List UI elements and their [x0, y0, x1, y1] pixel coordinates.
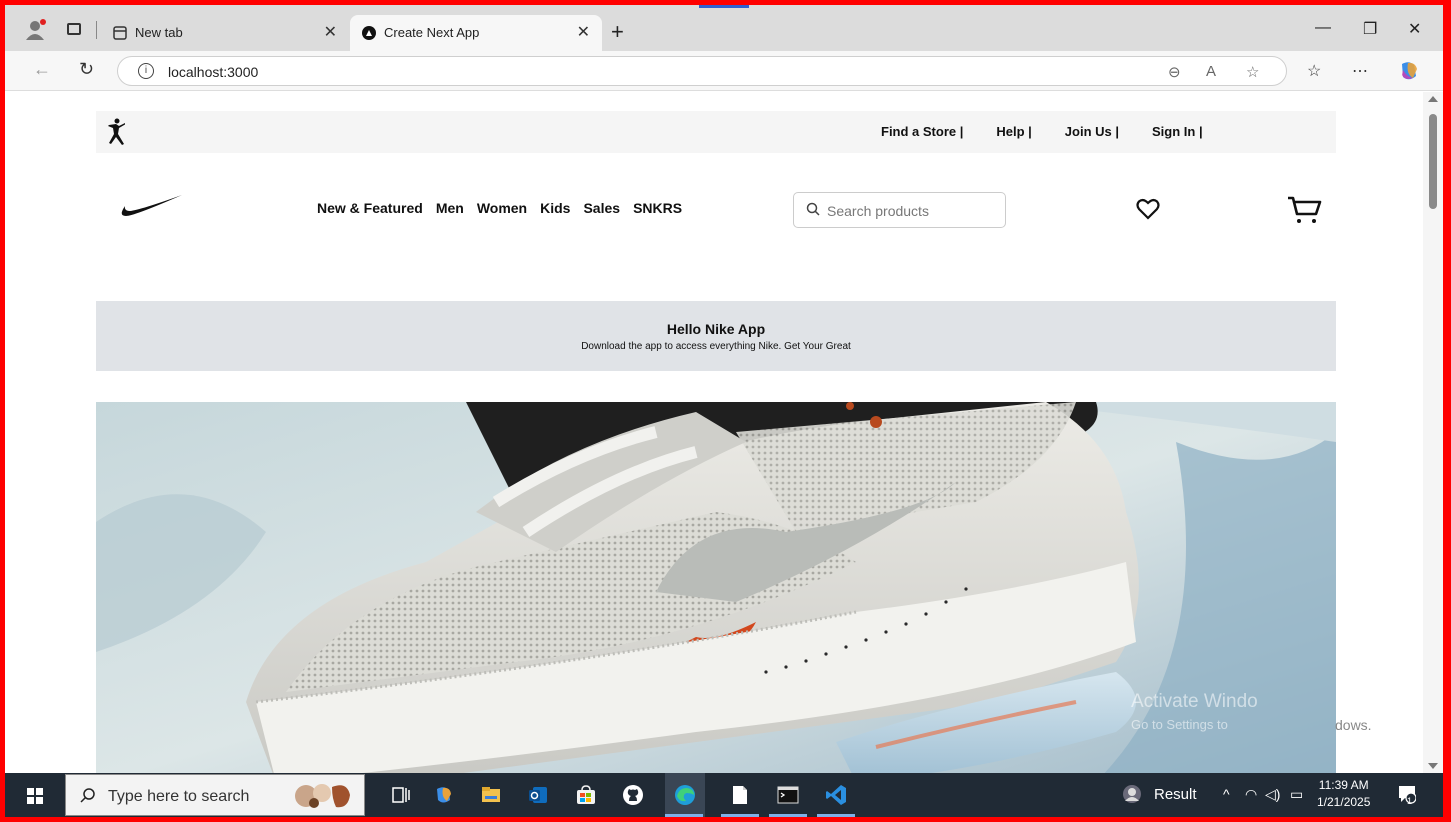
- task-view-icon[interactable]: [390, 784, 412, 806]
- vscode-icon[interactable]: [825, 784, 847, 806]
- nav-snkrs[interactable]: SNKRS: [633, 200, 682, 216]
- restore-button[interactable]: ❐: [1363, 19, 1377, 39]
- file-explorer-icon[interactable]: [480, 784, 502, 806]
- windows-taskbar: Type here to search Result ^ ◠ ◁) ▭ 11:3…: [5, 773, 1443, 817]
- tab-actions-icon[interactable]: [67, 23, 81, 35]
- network-icon[interactable]: ◠: [1245, 786, 1257, 803]
- activate-windows-subtext-tail: dows.: [1335, 717, 1372, 733]
- browser-tab-strip: New tab ✕ Create Next App ✕ + — ❐ ✕: [5, 5, 1443, 51]
- main-header: New & Featured Men Women Kids Sales SNKR…: [96, 180, 1336, 240]
- scroll-up-icon[interactable]: [1428, 96, 1438, 102]
- activate-windows-subtext: Go to Settings to: [1131, 717, 1228, 732]
- active-indicator: [699, 5, 749, 8]
- main-nav: New & Featured Men Women Kids Sales SNKR…: [317, 200, 695, 216]
- url-text[interactable]: localhost:3000: [168, 64, 258, 80]
- banner-subtitle: Download the app to access everything Ni…: [581, 341, 851, 352]
- nextjs-favicon-icon: [362, 26, 376, 40]
- taskbar-search-input[interactable]: Type here to search: [65, 774, 365, 816]
- read-aloud-icon[interactable]: A: [1206, 63, 1216, 80]
- more-menu-icon[interactable]: ⋯: [1352, 61, 1368, 81]
- utility-links: Find a Store | Help | Join Us | Sign In …: [881, 124, 1236, 139]
- notification-count: 1: [1407, 796, 1413, 806]
- edge-browser-icon[interactable]: [674, 784, 696, 806]
- site-info-icon[interactable]: i: [138, 63, 154, 79]
- back-arrow-icon[interactable]: ←: [33, 59, 51, 80]
- app-promo-banner: Hello Nike App Download the app to acces…: [96, 301, 1336, 371]
- profile-icon[interactable]: [25, 19, 47, 41]
- search-highlight-icon[interactable]: [292, 779, 354, 813]
- search-icon: [80, 788, 95, 803]
- divider: [96, 21, 97, 39]
- search-icon: [806, 202, 820, 216]
- browser-toolbar: ← ↻ i localhost:3000 ⊖ A ☆ ☆ ⋯: [5, 51, 1443, 91]
- copilot-icon[interactable]: [1398, 60, 1420, 82]
- outlook-icon[interactable]: [527, 784, 549, 806]
- screen-frame: New tab ✕ Create Next App ✕ + — ❐ ✕ ← ↻ …: [5, 5, 1443, 817]
- github-icon[interactable]: [622, 784, 644, 806]
- show-hidden-icons-icon[interactable]: ^: [1223, 786, 1230, 802]
- find-store-link[interactable]: Find a Store |: [881, 124, 963, 139]
- favorites-icon[interactable]: ☆: [1307, 61, 1321, 81]
- search-input[interactable]: Search products: [793, 192, 1006, 228]
- tab-new-tab[interactable]: New tab ✕: [101, 15, 349, 51]
- windows-start-icon[interactable]: [27, 788, 43, 804]
- system-clock[interactable]: 11:39 AM 1/21/2025: [1317, 777, 1370, 811]
- minimize-button[interactable]: —: [1315, 19, 1331, 37]
- sign-in-link[interactable]: Sign In |: [1152, 124, 1203, 139]
- taskbar-search-placeholder: Type here to search: [108, 788, 250, 805]
- tab-title: New tab: [135, 25, 183, 40]
- battery-icon[interactable]: ▭: [1290, 786, 1303, 803]
- nike-swoosh-logo-icon[interactable]: [118, 192, 184, 218]
- web-page: Find a Store | Help | Join Us | Sign In …: [5, 92, 1423, 773]
- notepad-icon[interactable]: [729, 784, 751, 806]
- scroll-down-icon[interactable]: [1428, 763, 1438, 769]
- close-tab-icon[interactable]: ✕: [577, 22, 590, 42]
- scrollbar-thumb[interactable]: [1429, 114, 1437, 209]
- copilot-taskbar-icon[interactable]: [433, 784, 455, 806]
- close-window-button[interactable]: ✕: [1408, 19, 1421, 39]
- edge-running-indicator: [665, 814, 703, 817]
- terminal-running-indicator: [769, 814, 807, 817]
- page-scrollbar[interactable]: [1423, 92, 1443, 773]
- result-label[interactable]: Result: [1154, 786, 1197, 803]
- nav-new-featured[interactable]: New & Featured: [317, 200, 423, 216]
- nav-sales[interactable]: Sales: [583, 200, 620, 216]
- close-tab-icon[interactable]: ✕: [324, 22, 337, 42]
- cart-icon[interactable]: [1286, 194, 1322, 226]
- microsoft-store-icon[interactable]: [575, 784, 597, 806]
- heart-icon[interactable]: [1136, 198, 1160, 220]
- banner-title: Hello Nike App: [666, 321, 766, 337]
- vscode-running-indicator: [817, 814, 855, 817]
- nav-men[interactable]: Men: [436, 200, 464, 216]
- new-tab-button[interactable]: +: [611, 19, 624, 45]
- search-placeholder: Search products: [827, 203, 929, 219]
- new-tab-page-icon: [113, 26, 127, 40]
- zoom-out-icon[interactable]: ⊖: [1168, 63, 1181, 81]
- nav-women[interactable]: Women: [477, 200, 527, 216]
- jordan-logo-icon[interactable]: [100, 117, 132, 149]
- volume-icon[interactable]: ◁): [1265, 786, 1280, 803]
- utility-bar: Find a Store | Help | Join Us | Sign In …: [96, 111, 1336, 153]
- result-widget-icon[interactable]: [1121, 783, 1143, 805]
- tab-create-next-app[interactable]: Create Next App ✕: [350, 15, 602, 51]
- help-link[interactable]: Help |: [996, 124, 1031, 139]
- nav-kids[interactable]: Kids: [540, 200, 570, 216]
- address-bar[interactable]: i localhost:3000 ⊖ A ☆: [117, 56, 1287, 86]
- favorite-star-icon[interactable]: ☆: [1246, 63, 1259, 81]
- notepad-running-indicator: [721, 814, 759, 817]
- clock-date: 1/21/2025: [1317, 795, 1371, 809]
- activate-windows-watermark: Activate Windo: [1131, 691, 1258, 712]
- clock-time: 11:39 AM: [1318, 778, 1369, 792]
- join-us-link[interactable]: Join Us |: [1065, 124, 1119, 139]
- tab-title: Create Next App: [384, 25, 480, 40]
- terminal-icon[interactable]: [777, 784, 799, 806]
- reload-icon[interactable]: ↻: [79, 59, 94, 80]
